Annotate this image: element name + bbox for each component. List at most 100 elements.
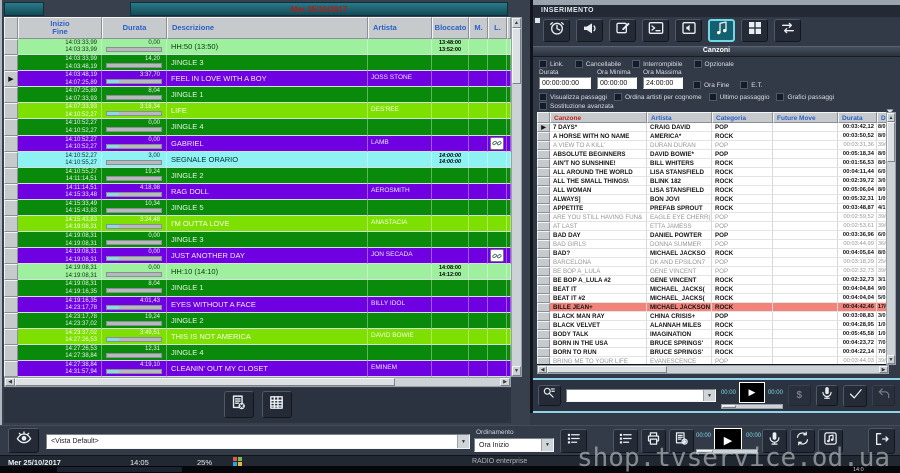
song-row[interactable]: ▶ 7 DAYS* CRAIG DAVID POP 00:03:42,12 8/0: [537, 123, 889, 132]
playlist-row[interactable]: 14:10:52,27 14:10:55,27 3,00 SEGNALE ORARIO…: [4, 151, 511, 168]
song-row[interactable]: BAD? MICHAEL JACKSO ROCK 00:04:05,64 8/0: [537, 249, 889, 258]
row-selector[interactable]: [537, 195, 550, 204]
ora-minima-field[interactable]: 00:00:00: [597, 77, 637, 89]
playlist-row[interactable]: 14:10:52,27 14:10:52,27 0,00 GABRIEL LAMB: [4, 135, 511, 152]
row-selector[interactable]: [4, 39, 18, 56]
playlist-row[interactable]: 14:27:26,53 14:27:38,84 12,31 JINGLE 4: [4, 344, 511, 361]
vista-combo[interactable]: <Vista Default> ▼: [46, 434, 470, 449]
song-row[interactable]: BEAT IT MICHAEL_JACKS(ROCK 00:04:04,84 9/0: [537, 285, 889, 294]
song-row[interactable]: A HORSE WITH NO NAME AMERICA* ROCK 00:03:50…: [537, 132, 889, 141]
row-selector[interactable]: [537, 231, 550, 240]
playlist-hscrollbar[interactable]: ◀ ▶: [4, 377, 511, 387]
sostituzione-checkbox[interactable]: [539, 102, 547, 110]
print-button[interactable]: [641, 429, 666, 453]
playlist-vscrollbar[interactable]: ▲ ▼: [511, 17, 522, 377]
song-search-combo[interactable]: ▼: [565, 389, 716, 402]
song-row[interactable]: BE BOP A_LULA #2 GENE VINCENT ROCK 00:02:32…: [537, 276, 889, 285]
song-row[interactable]: ALL WOMAN LISA STANSFIELD ROCK 00:05:06,04 8…: [537, 186, 889, 195]
jingle-box-button[interactable]: [818, 429, 843, 453]
row-selector[interactable]: [4, 312, 18, 329]
header-durata[interactable]: Durata: [102, 17, 167, 39]
row-selector[interactable]: [537, 357, 550, 364]
view-eye-button[interactable]: [8, 428, 39, 453]
exit-button[interactable]: [868, 428, 895, 454]
preview-seekbar[interactable]: [720, 404, 783, 409]
opzionale-checkbox[interactable]: [693, 60, 702, 68]
songs-header-durata[interactable]: Durata: [838, 112, 877, 123]
et-checkbox[interactable]: [740, 81, 749, 89]
row-selector[interactable]: [537, 303, 550, 312]
row-selector[interactable]: [537, 222, 550, 231]
interrompibile-checkbox[interactable]: [632, 60, 641, 68]
edit-tool-button[interactable]: [609, 19, 636, 42]
row-selector[interactable]: [4, 280, 18, 297]
refresh-button[interactable]: [790, 429, 815, 453]
cancellabile-checkbox[interactable]: [574, 60, 583, 68]
music-note-tool-button[interactable]: [708, 19, 735, 42]
row-selector[interactable]: [537, 186, 550, 195]
playlist-row[interactable]: 14:03:33,99 14:03:33,99 0,00 HH:50 (13:50) 1…: [4, 39, 511, 56]
row-selector[interactable]: ▶: [537, 123, 550, 132]
ordina-artisti-checkbox[interactable]: [613, 93, 622, 101]
grafici-passaggi-checkbox[interactable]: [776, 93, 785, 101]
row-selector[interactable]: [537, 150, 550, 159]
scroll-left-icon[interactable]: ◀: [538, 366, 547, 373]
playlist-row[interactable]: 14:19:08,31 14:19:08,31 0,00 HH:10 (14:10) 1…: [4, 264, 511, 281]
row-selector[interactable]: [4, 264, 18, 281]
song-row[interactable]: BLACK MAN RAY CHINA CRISIS+ POP 00:03:08,83…: [537, 312, 889, 321]
row-selector[interactable]: [537, 159, 550, 168]
report-settings-button[interactable]: [669, 429, 694, 453]
panel-grip[interactable]: [535, 18, 540, 23]
scroll-up-icon[interactable]: ▲: [512, 18, 521, 28]
song-row[interactable]: BRING ME TO YOUR LIFE EVANESCENCE POP 00:03…: [537, 357, 889, 364]
row-selector[interactable]: [537, 258, 550, 267]
grid-table-button[interactable]: [261, 391, 292, 418]
playlist-row[interactable]: 14:23:37,02 14:27:26,53 3:49,51 THIS IS NOT…: [4, 328, 511, 345]
confirm-button[interactable]: [843, 384, 868, 407]
ultimo-passaggio-checkbox[interactable]: [708, 93, 717, 101]
song-row[interactable]: BAD DAY DANIEL POWTER POP 00:03:36,96 6/0: [537, 231, 889, 240]
row-selector[interactable]: [537, 267, 550, 276]
row-selector[interactable]: [537, 213, 550, 222]
song-row[interactable]: BORN TO RUN BRUCE SPRINGS' ROCK 00:04:22,14…: [537, 348, 889, 357]
song-row[interactable]: BORN IN THE USA BRUCE SPRINGS' ROCK 00:04:2…: [537, 339, 889, 348]
remove-document-button[interactable]: [223, 391, 254, 418]
dollar-button[interactable]: $: [787, 385, 811, 406]
playlist-vscroll-thumb[interactable]: [512, 28, 521, 84]
scroll-down-icon[interactable]: ▼: [512, 366, 521, 376]
row-selector[interactable]: [4, 216, 18, 233]
row-selector[interactable]: [4, 103, 18, 120]
audio-file-tool-button[interactable]: [675, 19, 702, 42]
songs-hscroll-thumb[interactable]: [547, 366, 667, 373]
song-row[interactable]: A VIEW TO A KILL' DURAN DURAN POP 00:03:31,…: [537, 141, 889, 150]
row-selector[interactable]: [537, 249, 550, 258]
row-selector[interactable]: ▶: [4, 71, 18, 88]
grid-tool-button[interactable]: [741, 19, 768, 42]
row-selector[interactable]: [537, 276, 550, 285]
playlist-row[interactable]: ▶ 14:03:48,19 14:07:25,89 3:37,70 FEEL IN LO…: [4, 71, 511, 88]
song-row[interactable]: BILLE JEAN+ MICHAEL JACKSON ROCK 00:04:42,4…: [537, 303, 889, 312]
main-seekbar[interactable]: [696, 449, 758, 454]
scroll-right-icon[interactable]: ▶: [500, 378, 510, 386]
microphone-button[interactable]: [815, 385, 839, 406]
playlist-row[interactable]: 14:11:14,51 14:15:33,48 4:18,98 RAG DOLL AER…: [4, 183, 511, 200]
song-row[interactable]: BAD GIRLS DONNA SUMMER POP 00:03:44,99 36/0: [537, 240, 889, 249]
visualizza-passaggi-checkbox[interactable]: [539, 93, 547, 101]
songs-header-artista[interactable]: Artista: [647, 112, 712, 123]
row-selector[interactable]: [537, 177, 550, 186]
playlist-row[interactable]: 14:19:08,31 14:19:08,31 0,00 JUST ANOTHER D…: [4, 248, 511, 265]
preview-play-button[interactable]: ▶: [738, 382, 765, 403]
row-selector[interactable]: [4, 183, 18, 200]
row-selector[interactable]: [4, 87, 18, 104]
ora-fine-checkbox[interactable]: [693, 81, 701, 89]
scroll-down-icon[interactable]: ▼: [887, 355, 895, 364]
row-selector[interactable]: [4, 328, 18, 345]
row-selector[interactable]: [537, 168, 550, 177]
row-selector[interactable]: [537, 294, 550, 303]
song-row[interactable]: BEAT IT #2 MICHAEL_JACKS(ROCK 00:04:04,04 5…: [537, 294, 889, 303]
row-selector[interactable]: [4, 151, 18, 168]
row-selector[interactable]: [4, 55, 18, 72]
scroll-right-icon[interactable]: ▶: [879, 366, 888, 373]
row-selector[interactable]: [4, 119, 18, 136]
songs-vscroll-thumb[interactable]: [887, 122, 895, 162]
